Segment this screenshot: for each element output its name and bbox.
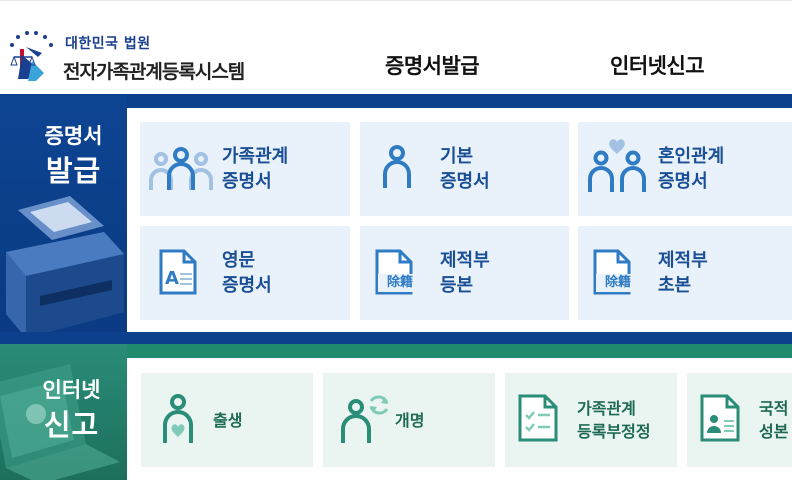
birth-icon	[161, 393, 197, 449]
card-family-certificate[interactable]: 가족관계 증명서	[140, 122, 350, 216]
court-name: 대한민국 법원	[65, 36, 151, 52]
card-label: 출생	[213, 411, 243, 430]
nav-internet-report[interactable]: 인터넷신고	[610, 50, 705, 80]
card-label: 영문 증명서	[222, 250, 272, 296]
report-side-title: 신고	[43, 408, 100, 442]
court-logo-icon[interactable]	[6, 27, 56, 83]
certificate-section-bottom-bar	[0, 332, 792, 344]
report-section: 인터넷 신고 출생 개명 가족관계 등록부정정 국적 성본	[0, 344, 792, 480]
card-nationality-report[interactable]: 국적 성본	[687, 373, 792, 467]
english-document-icon: A	[158, 248, 198, 300]
card-removed-register-extract[interactable]: 除籍 제적부 초본	[578, 226, 792, 320]
card-english-certificate[interactable]: A 영문 증명서	[140, 226, 350, 320]
report-side-subtitle: 인터넷	[42, 378, 101, 402]
card-rename-report[interactable]: 개명	[323, 373, 495, 467]
card-marriage-certificate[interactable]: 혼인관계 증명서	[578, 122, 792, 216]
nav-certificate-issue[interactable]: 증명서발급	[385, 50, 480, 80]
card-label: 가족관계 등록부정정	[577, 399, 651, 441]
removed-register-stamp: 除籍	[596, 274, 640, 292]
card-register-correction[interactable]: 가족관계 등록부정정	[505, 373, 677, 467]
printer-illustration-icon	[6, 196, 124, 338]
couple-heart-icon	[586, 132, 648, 198]
certificate-section: 증명서 발급 가족관계 증명서 기본 증명서 혼인관계 증명서 A 영문 증명서…	[0, 94, 792, 344]
card-label: 제적부 등본	[440, 250, 490, 296]
certificate-side-title: 발급	[45, 154, 102, 188]
certificate-side-subtitle: 증명서	[44, 124, 103, 148]
card-removed-register-copy[interactable]: 除籍 제적부 등본	[360, 226, 569, 320]
card-basic-certificate[interactable]: 기본 증명서	[360, 122, 569, 216]
card-label: 가족관계 증명서	[222, 146, 289, 192]
certificate-panel: 가족관계 증명서 기본 증명서 혼인관계 증명서 A 영문 증명서 除籍 제적부…	[127, 108, 792, 332]
certificate-section-side: 증명서 발급	[0, 94, 127, 344]
card-label: 기본 증명서	[440, 146, 490, 192]
system-name[interactable]: 전자가족관계등록시스템	[63, 57, 245, 84]
site-header: 대한민국 법원 전자가족관계등록시스템 증명서발급 인터넷신고	[0, 0, 792, 94]
card-label: 혼인관계 증명서	[658, 146, 725, 192]
id-document-icon	[699, 393, 741, 447]
rename-icon	[341, 391, 391, 449]
svg-text:A: A	[165, 268, 179, 289]
person-icon	[382, 144, 412, 194]
card-label: 제적부 초본	[658, 250, 708, 296]
family-icon	[148, 146, 214, 196]
card-label: 국적 성본	[759, 399, 789, 441]
removed-register-stamp: 除籍	[378, 274, 422, 292]
card-birth-report[interactable]: 출생	[141, 373, 313, 467]
card-label: 개명	[395, 411, 425, 430]
checklist-document-icon	[517, 393, 559, 447]
report-section-side: 인터넷 신고	[0, 344, 127, 480]
